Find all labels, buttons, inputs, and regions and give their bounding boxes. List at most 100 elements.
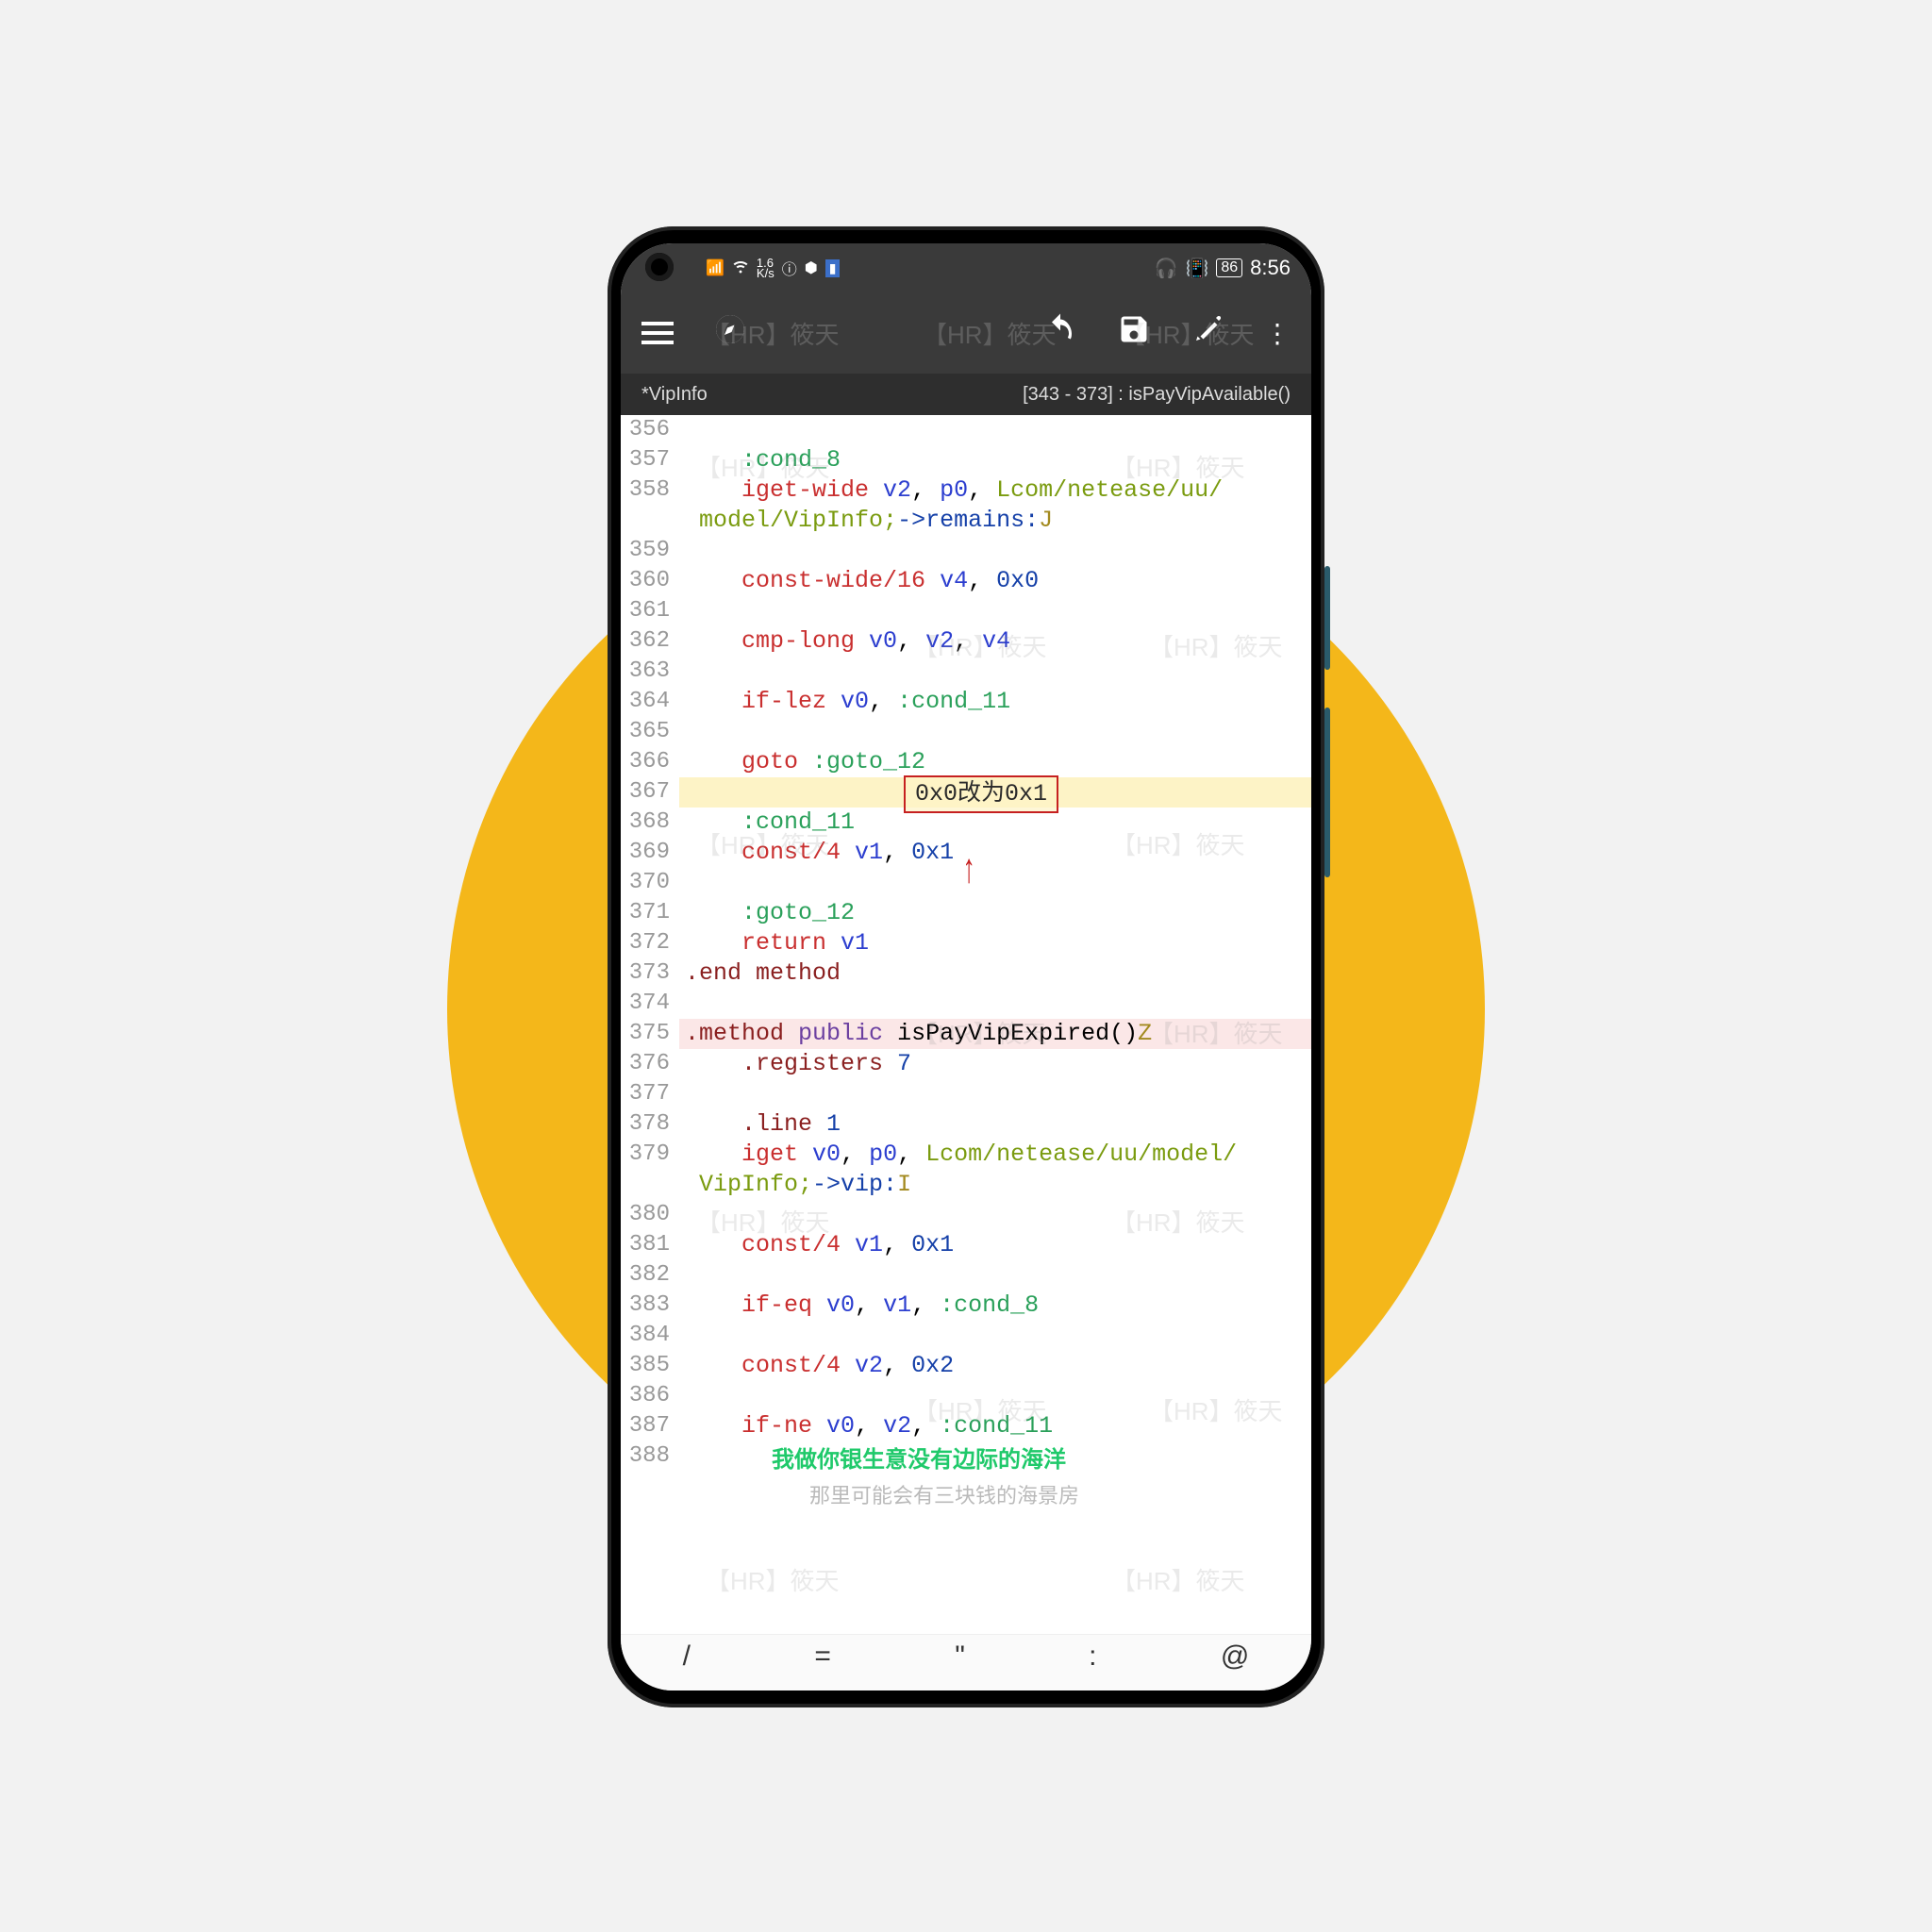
undo-icon[interactable] bbox=[1043, 312, 1077, 355]
key[interactable]: : bbox=[1089, 1641, 1096, 1673]
code-content bbox=[679, 596, 685, 626]
code-content: :cond_11 bbox=[679, 808, 855, 838]
code-line[interactable]: 373.end method bbox=[621, 958, 1311, 989]
line-number: 381 bbox=[621, 1230, 679, 1260]
code-line[interactable]: 359 bbox=[621, 536, 1311, 566]
code-content: :cond_8 bbox=[679, 445, 841, 475]
menu-icon[interactable] bbox=[641, 322, 674, 344]
code-line[interactable]: 378 .line 1 bbox=[621, 1109, 1311, 1140]
code-content: VipInfo;->vip:I bbox=[679, 1170, 911, 1200]
key[interactable]: / bbox=[683, 1641, 691, 1673]
code-content bbox=[679, 536, 685, 566]
line-number: 357 bbox=[621, 445, 679, 475]
code-line[interactable]: 365 bbox=[621, 717, 1311, 747]
save-icon[interactable] bbox=[1117, 312, 1151, 355]
key[interactable]: @ bbox=[1221, 1641, 1249, 1673]
code-editor[interactable]: 356357 :cond_8358 iget-wide v2, p0, Lcom… bbox=[621, 415, 1311, 1634]
code-line[interactable]: 380 bbox=[621, 1200, 1311, 1230]
key[interactable]: " bbox=[955, 1641, 965, 1673]
code-line[interactable]: 385 const/4 v2, 0x2 bbox=[621, 1351, 1311, 1381]
code-line[interactable]: 360 const-wide/16 v4, 0x0 bbox=[621, 566, 1311, 596]
code-line[interactable]: 357 :cond_8 bbox=[621, 445, 1311, 475]
phone-screen: 📶 1.6 K/s ⓘ ⬢ ▮ 🎧 📳 86 8:56 【HR bbox=[621, 243, 1311, 1690]
code-content bbox=[679, 777, 685, 808]
code-line[interactable]: 375.method public isPayVipExpired()Z bbox=[621, 1019, 1311, 1049]
net-speed-unit: K/s bbox=[757, 268, 774, 278]
code-line[interactable]: VipInfo;->vip:I bbox=[621, 1170, 1311, 1200]
annotation-box: 0x0改为0x1 bbox=[904, 775, 1058, 813]
line-number: 383 bbox=[621, 1291, 679, 1321]
cursor-location: [343 - 373] : isPayVipAvailable() bbox=[1023, 384, 1291, 406]
line-number: 380 bbox=[621, 1200, 679, 1230]
line-number: 362 bbox=[621, 626, 679, 657]
compass-icon[interactable] bbox=[713, 312, 747, 355]
line-number: 377 bbox=[621, 1079, 679, 1109]
code-content: const/4 v1, 0x1 bbox=[679, 1230, 954, 1260]
code-line[interactable]: 358 iget-wide v2, p0, Lcom/netease/uu/ bbox=[621, 475, 1311, 506]
line-number: 387 bbox=[621, 1411, 679, 1441]
code-line[interactable]: 363 bbox=[621, 657, 1311, 687]
line-number: 363 bbox=[621, 657, 679, 687]
line-number: 366 bbox=[621, 747, 679, 777]
code-content: if-ne v0, v2, :cond_11 bbox=[679, 1411, 1053, 1441]
line-number: 388 bbox=[621, 1441, 679, 1472]
code-line[interactable]: 361 bbox=[621, 596, 1311, 626]
line-number: 375 bbox=[621, 1019, 679, 1049]
line-number: 376 bbox=[621, 1049, 679, 1079]
line-number: 371 bbox=[621, 898, 679, 928]
code-line[interactable]: 374 bbox=[621, 989, 1311, 1019]
line-number: 370 bbox=[621, 868, 679, 898]
line-number: 373 bbox=[621, 958, 679, 989]
code-line[interactable]: 356 bbox=[621, 415, 1311, 445]
clock: 8:56 bbox=[1250, 256, 1291, 280]
code-line[interactable]: 383 if-eq v0, v1, :cond_8 bbox=[621, 1291, 1311, 1321]
line-number: 386 bbox=[621, 1381, 679, 1411]
code-line[interactable]: 366 goto :goto_12 bbox=[621, 747, 1311, 777]
code-content bbox=[679, 1381, 685, 1411]
code-content bbox=[679, 868, 685, 898]
line-number: 374 bbox=[621, 989, 679, 1019]
code-line[interactable]: 371 :goto_12 bbox=[621, 898, 1311, 928]
camera-hole bbox=[645, 253, 674, 281]
code-line[interactable]: 364 if-lez v0, :cond_11 bbox=[621, 687, 1311, 717]
code-content: :goto_12 bbox=[679, 898, 855, 928]
phone-frame: 📶 1.6 K/s ⓘ ⬢ ▮ 🎧 📳 86 8:56 【HR bbox=[608, 226, 1324, 1707]
code-line[interactable]: 387 if-ne v0, v2, :cond_11 bbox=[621, 1411, 1311, 1441]
code-content bbox=[679, 717, 685, 747]
keyboard-row: / = " : @ bbox=[621, 1634, 1311, 1690]
code-line[interactable]: 379 iget v0, p0, Lcom/netease/uu/model/ bbox=[621, 1140, 1311, 1170]
line-number: 385 bbox=[621, 1351, 679, 1381]
subtitle-line: 那里可能会有三块钱的海景房 bbox=[809, 1481, 1079, 1511]
arrow-up-icon: ↑ bbox=[961, 857, 976, 887]
line-number bbox=[621, 506, 679, 536]
app-toolbar: 【HR】筱天 【HR】筱天 【HR】筱天 bbox=[621, 292, 1311, 374]
code-line[interactable]: 372 return v1 bbox=[621, 928, 1311, 958]
code-line[interactable]: 386 bbox=[621, 1381, 1311, 1411]
code-content: iget-wide v2, p0, Lcom/netease/uu/ bbox=[679, 475, 1223, 506]
side-button bbox=[1324, 566, 1330, 670]
code-content: model/VipInfo;->remains:J bbox=[679, 506, 1053, 536]
code-line[interactable]: 381 const/4 v1, 0x1 bbox=[621, 1230, 1311, 1260]
code-line[interactable]: model/VipInfo;->remains:J bbox=[621, 506, 1311, 536]
code-content bbox=[679, 989, 685, 1019]
line-number: 372 bbox=[621, 928, 679, 958]
code-line[interactable]: 377 bbox=[621, 1079, 1311, 1109]
code-line[interactable]: 362 cmp-long v0, v2, v4 bbox=[621, 626, 1311, 657]
code-line[interactable]: 384 bbox=[621, 1321, 1311, 1351]
wand-icon[interactable] bbox=[1191, 312, 1224, 355]
code-line[interactable]: 382 bbox=[621, 1260, 1311, 1291]
file-name: *VipInfo bbox=[641, 384, 708, 406]
headset-icon: 🎧 bbox=[1155, 257, 1178, 280]
line-number: 364 bbox=[621, 687, 679, 717]
side-button bbox=[1324, 708, 1330, 877]
code-line[interactable]: 376 .registers 7 bbox=[621, 1049, 1311, 1079]
status-left: 📶 1.6 K/s ⓘ ⬢ ▮ bbox=[706, 257, 840, 279]
key[interactable]: = bbox=[814, 1641, 831, 1673]
status-bar: 📶 1.6 K/s ⓘ ⬢ ▮ 🎧 📳 86 8:56 bbox=[621, 243, 1311, 292]
overflow-icon[interactable]: ⋮ bbox=[1264, 318, 1291, 349]
status-right: 🎧 📳 86 8:56 bbox=[1155, 256, 1291, 280]
line-number: 382 bbox=[621, 1260, 679, 1291]
code-content: if-eq v0, v1, :cond_8 bbox=[679, 1291, 1039, 1321]
subtitle-line: 我做你银生意没有边际的海洋 bbox=[772, 1445, 1066, 1475]
battery-level: 86 bbox=[1216, 258, 1242, 277]
